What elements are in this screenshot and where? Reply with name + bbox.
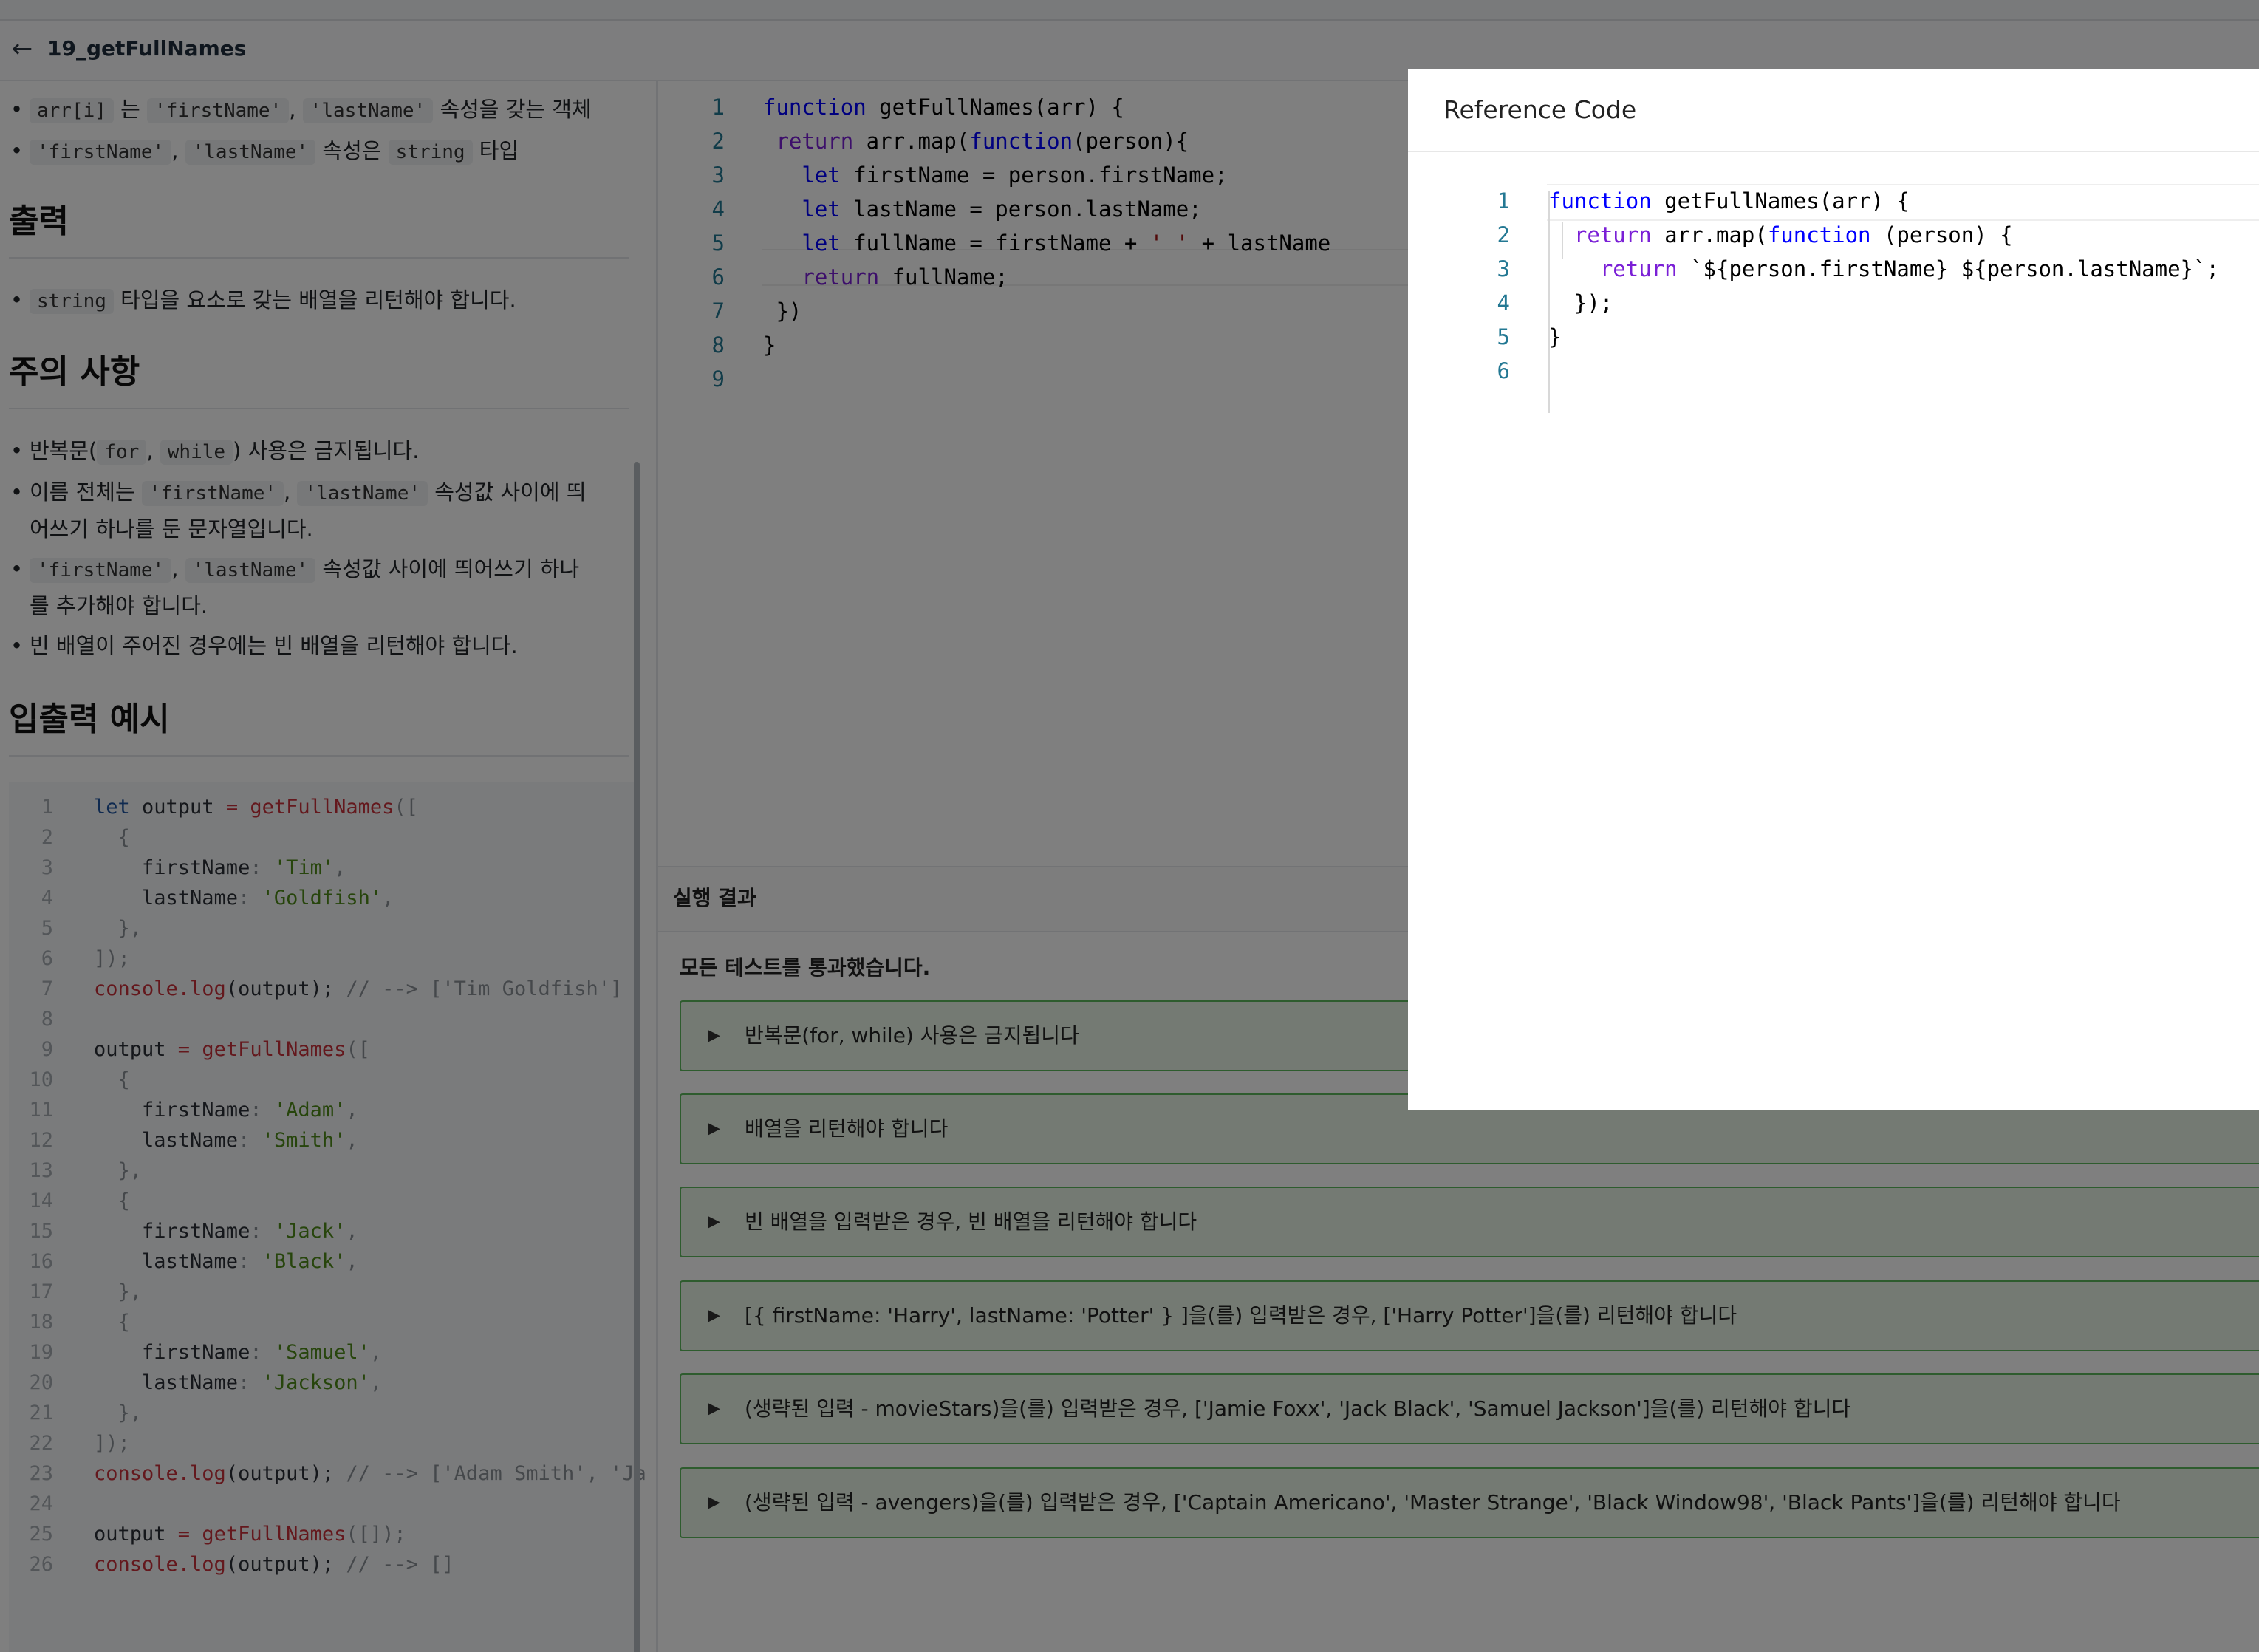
modal-title: Reference Code bbox=[1443, 95, 1637, 124]
modal-header: Reference Code bbox=[1408, 69, 2259, 152]
reference-code-modal: Reference Code 1 function getFullNames(ar… bbox=[1408, 69, 2259, 1110]
